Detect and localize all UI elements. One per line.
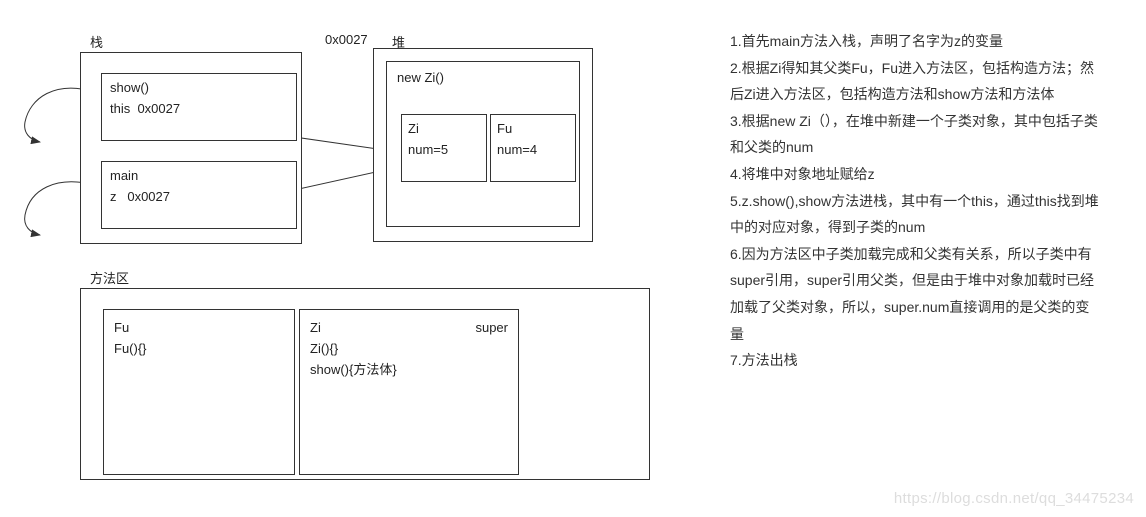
heap-zi-field: num=5 (408, 140, 480, 161)
stack-label: 栈 (90, 32, 103, 51)
heap-addr-label: 0x0027 (325, 32, 368, 47)
stack-show-line1: show() (110, 78, 288, 99)
explain-line-1: 1.首先main方法入栈，声明了名字为z的变量 (730, 28, 1100, 55)
stack-region: show() this 0x0027 main z 0x0027 (80, 52, 302, 244)
explain-line-2: 2.根据Zi得知其父类Fu，Fu进入方法区，包括构造方法；然后Zi进入方法区，包… (730, 55, 1100, 108)
heap-fu-field: num=4 (497, 140, 569, 161)
heap-object: new Zi() Zi num=5 Fu num=4 (386, 61, 580, 227)
explain-line-4: 4.将堆中对象地址赋给z (730, 161, 1100, 188)
stack-main-line2: z 0x0027 (110, 187, 288, 208)
method-fu-ctor: Fu(){} (114, 339, 284, 360)
heap-region: new Zi() Zi num=5 Fu num=4 (373, 48, 593, 242)
heap-fu-name: Fu (497, 119, 569, 140)
explain-line-7: 7.方法出栈 (730, 347, 1100, 374)
heap-object-title: new Zi() (387, 62, 579, 95)
stack-frame-show: show() this 0x0027 (101, 73, 297, 141)
method-zi-box: Zi super Zi(){} show(){方法体} (299, 309, 519, 475)
stack-show-line2: this 0x0027 (110, 99, 288, 120)
stack-frame-main: main z 0x0027 (101, 161, 297, 229)
explain-line-3: 3.根据new Zi（），在堆中新建一个子类对象，其中包括子类和父类的num (730, 108, 1100, 161)
method-fu-name: Fu (114, 318, 284, 339)
watermark: https://blog.csdn.net/qq_34475234 (894, 490, 1134, 507)
explanation-text: 1.首先main方法入栈，声明了名字为z的变量 2.根据Zi得知其父类Fu，Fu… (730, 28, 1100, 374)
method-area-label: 方法区 (90, 268, 129, 287)
explain-line-6: 6.因为方法区中子类加载完成和父类有关系，所以子类中有super引用，super… (730, 241, 1100, 347)
explain-line-5: 5.z.show(),show方法进栈，其中有一个this，通过this找到堆中… (730, 188, 1100, 241)
heap-fu-box: Fu num=4 (490, 114, 576, 182)
method-zi-show: show(){方法体} (310, 360, 508, 381)
heap-zi-name: Zi (408, 119, 480, 140)
method-fu-box: Fu Fu(){} (103, 309, 295, 475)
method-area-region: Fu Fu(){} Zi super Zi(){} show(){方法体} (80, 288, 650, 480)
stack-main-line1: main (110, 166, 288, 187)
method-zi-name: Zi (310, 318, 321, 339)
method-zi-super: super (475, 318, 508, 339)
heap-zi-box: Zi num=5 (401, 114, 487, 182)
method-zi-ctor: Zi(){} (310, 339, 508, 360)
